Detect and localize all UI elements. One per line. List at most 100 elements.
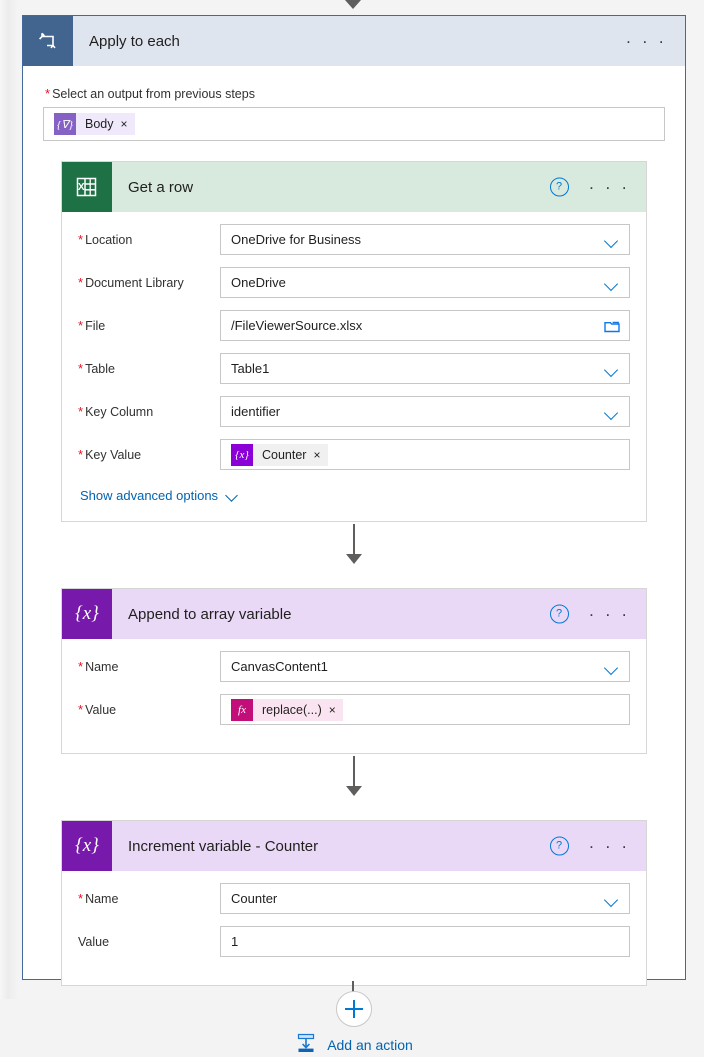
file-label-text: File — [85, 319, 106, 333]
loop-icon — [23, 16, 73, 66]
card-get-a-row: X Get a row ? · · · * Location OneDrive f… — [61, 161, 647, 522]
help-icon[interactable]: ? — [549, 604, 569, 624]
required-asterisk: * — [78, 659, 84, 674]
required-asterisk: * — [78, 361, 84, 376]
required-asterisk: * — [78, 232, 84, 247]
field-row-increment-value: Value 1 — [78, 926, 630, 957]
file-control: /FileViewerSource.xlsx — [220, 310, 630, 341]
function-icon: fx — [231, 698, 253, 721]
append-to-array-variable-body: * Name CanvasContent1 * Value fx replace… — [62, 639, 646, 753]
table-dropdown[interactable]: Table1 — [220, 353, 630, 384]
svg-text:X: X — [78, 182, 85, 193]
card-increment-variable-counter: {x} Increment variable - Counter ? · · ·… — [61, 820, 647, 986]
document-library-dropdown[interactable]: OneDrive — [220, 267, 630, 298]
append-value-label-text: Value — [85, 703, 117, 717]
document-library-label: * Document Library — [78, 275, 220, 290]
field-row-table: * Table Table1 — [78, 353, 630, 384]
key-column-label: * Key Column — [78, 404, 220, 419]
increment-value-label: Value — [78, 935, 220, 949]
increment-name-label-text: Name — [85, 892, 119, 906]
increment-menu-button[interactable]: · · · — [589, 838, 630, 855]
show-advanced-options-label: Show advanced options — [80, 488, 219, 503]
token-remove-icon[interactable]: × — [313, 448, 320, 462]
token-label: Counter — [262, 447, 307, 462]
append-name-label: * Name — [78, 659, 220, 674]
variables-token-icon: {x} — [231, 443, 253, 466]
append-value-input[interactable]: fx replace(...) × — [220, 694, 630, 725]
token-pill: Body × — [76, 113, 135, 135]
append-menu-button[interactable]: · · · — [589, 606, 630, 623]
variables-icon: {x} — [62, 589, 112, 639]
add-step-icon — [295, 1032, 317, 1057]
token-remove-icon[interactable]: × — [329, 703, 336, 717]
required-asterisk: * — [78, 275, 84, 290]
required-asterisk: * — [78, 447, 84, 462]
add-an-action-label: Add an action — [327, 1036, 413, 1053]
required-asterisk: * — [78, 891, 84, 906]
apply-to-each-title: Apply to each — [89, 32, 180, 50]
connector-line — [353, 756, 355, 790]
add-an-action-button[interactable]: Add an action — [43, 1032, 665, 1057]
expression-token-replace[interactable]: fx replace(...) × — [231, 698, 343, 721]
key-value-label: * Key Value — [78, 447, 220, 462]
field-row-key-column: * Key Column identifier — [78, 396, 630, 427]
required-asterisk: * — [78, 404, 84, 419]
append-to-array-variable-header[interactable]: {x} Append to array variable ? · · · — [62, 589, 646, 639]
location-label: * Location — [78, 232, 220, 247]
apply-to-each-menu-button[interactable]: · · · — [626, 33, 667, 50]
field-row-location: * Location OneDrive for Business — [78, 224, 630, 255]
help-icon[interactable]: ? — [549, 177, 569, 197]
dynamic-content-icon: {∇} — [54, 113, 76, 135]
variables-icon: {x} — [62, 821, 112, 871]
field-row-file: * File /FileViewerSource.xlsx — [78, 310, 630, 341]
get-a-row-title: Get a row — [128, 178, 194, 196]
show-advanced-options-link[interactable]: Show advanced options — [78, 482, 241, 505]
get-a-row-header[interactable]: X Get a row ? · · · — [62, 162, 646, 212]
increment-header-actions: ? · · · — [549, 836, 630, 856]
increment-value-control: 1 — [220, 926, 630, 957]
flow-designer-canvas: Apply to each · · · * Select an output fr… — [0, 0, 704, 1053]
dynamic-token-body[interactable]: {∇} Body × — [54, 113, 135, 135]
append-header-actions: ? · · · — [549, 604, 630, 624]
add-step-plus-button[interactable] — [336, 991, 372, 1027]
required-asterisk: * — [78, 702, 84, 717]
table-label: * Table — [78, 361, 220, 376]
increment-name-control: Counter — [220, 883, 630, 914]
card-append-to-array-variable: {x} Append to array variable ? · · · * Na… — [61, 588, 647, 754]
get-a-row-menu-button[interactable]: · · · — [589, 179, 630, 196]
key-value-input[interactable]: {x} Counter × — [220, 439, 630, 470]
append-name-label-text: Name — [85, 660, 119, 674]
append-value-control: fx replace(...) × — [220, 694, 630, 725]
required-asterisk: * — [45, 86, 51, 101]
field-row-append-name: * Name CanvasContent1 — [78, 651, 630, 682]
increment-variable-header[interactable]: {x} Increment variable - Counter ? · · · — [62, 821, 646, 871]
excel-icon: X — [62, 162, 112, 212]
increment-name-dropdown[interactable]: Counter — [220, 883, 630, 914]
apply-to-each-header[interactable]: Apply to each · · · — [23, 16, 685, 66]
token-remove-icon[interactable]: × — [121, 117, 128, 131]
field-row-append-value: * Value fx replace(...) × — [78, 694, 630, 725]
file-input[interactable]: /FileViewerSource.xlsx — [220, 310, 630, 341]
key-value-label-text: Key Value — [85, 448, 142, 462]
token-label: Body — [85, 117, 114, 131]
increment-value-label-text: Value — [78, 934, 110, 949]
key-column-dropdown[interactable]: identifier — [220, 396, 630, 427]
token-pill: Counter × — [253, 443, 328, 466]
connector-arrow-2 — [43, 754, 665, 800]
scope-input-field[interactable]: {∇} Body × — [43, 107, 665, 141]
chevron-down-icon — [226, 491, 239, 500]
increment-variable-body: * Name Counter Value 1 — [62, 871, 646, 985]
dynamic-token-counter[interactable]: {x} Counter × — [231, 443, 328, 466]
document-library-label-text: Document Library — [85, 276, 184, 290]
increment-variable-title: Increment variable - Counter — [128, 837, 319, 855]
location-dropdown[interactable]: OneDrive for Business — [220, 224, 630, 255]
folder-icon[interactable] — [604, 319, 620, 332]
required-asterisk: * — [78, 318, 84, 333]
file-label: * File — [78, 318, 220, 333]
append-to-array-variable-title: Append to array variable — [128, 605, 292, 623]
help-icon[interactable]: ? — [549, 836, 569, 856]
append-value-label: * Value — [78, 702, 220, 717]
append-name-dropdown[interactable]: CanvasContent1 — [220, 651, 630, 682]
increment-value-input[interactable]: 1 — [220, 926, 630, 957]
connector-arrowhead — [346, 786, 362, 796]
